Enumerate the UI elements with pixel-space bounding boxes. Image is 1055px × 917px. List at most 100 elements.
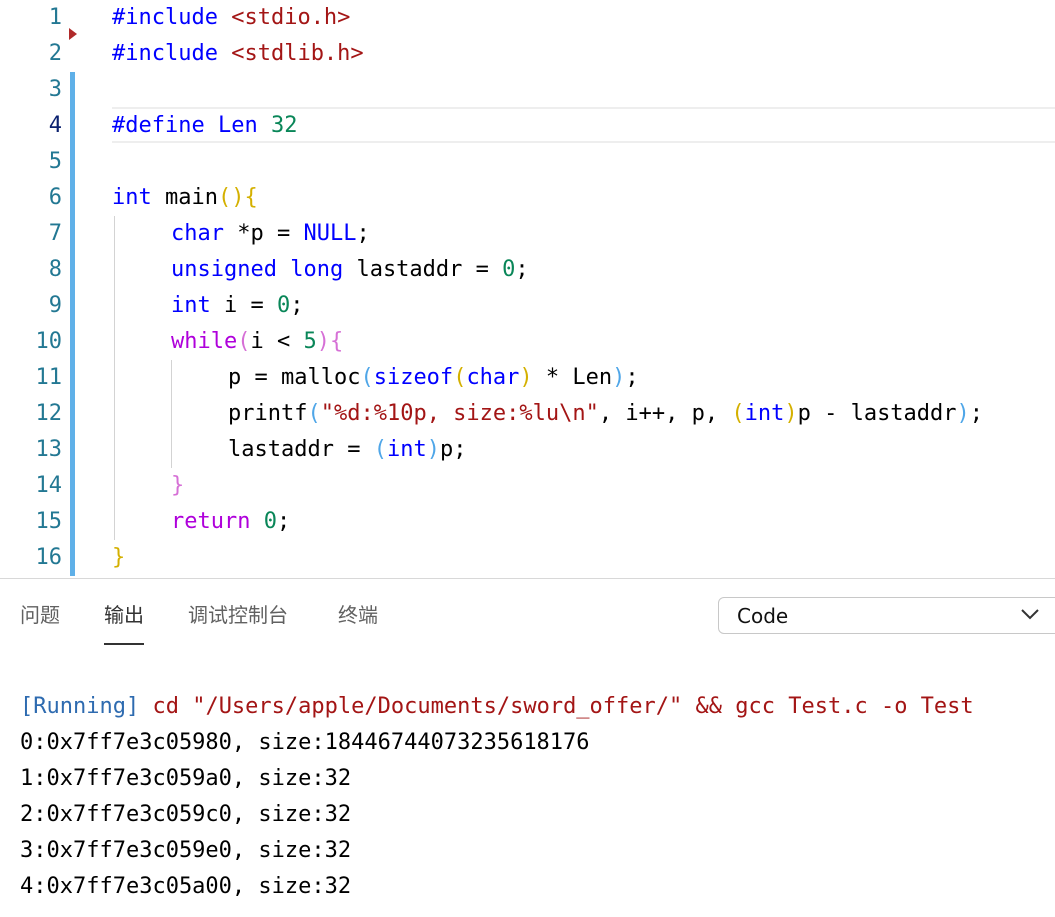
code-line[interactable]: 5 (0, 144, 1055, 180)
code-token: lastaddr = (343, 257, 503, 282)
code-line[interactable]: 6 int main(){ (0, 180, 1055, 216)
line-number: 1 (48, 5, 62, 30)
code-text: p = malloc(sizeof(char) * Len); (228, 360, 639, 396)
line-number: 11 (35, 365, 63, 390)
code-token: #include (112, 41, 232, 66)
code-line[interactable]: 12 printf("%d:%10p, size:%lu\n", i++, p, … (0, 396, 1055, 432)
code-token: } (171, 473, 185, 498)
line-number: 6 (48, 185, 62, 210)
code-token: ) (316, 329, 330, 354)
panel-tab[interactable]: 调试控制台 (188, 601, 288, 629)
code-token: * Len (532, 365, 613, 390)
code-text: while(i < 5){ (171, 324, 343, 360)
panel-tab[interactable]: 终端 (338, 601, 378, 629)
code-token: i < (250, 329, 304, 354)
output-line: 4:0x7ff7e3c05a00, size:32 (20, 874, 352, 899)
panel-tab[interactable]: 输出 (104, 601, 144, 629)
chevron-down-icon (1021, 609, 1039, 620)
code-token: ) (956, 401, 970, 426)
code-token: 5 (303, 329, 317, 354)
line-number: 12 (35, 401, 63, 426)
code-token: ; (276, 509, 291, 534)
code-token: while (171, 329, 238, 354)
code-token: ; (356, 221, 370, 246)
code-line[interactable]: 13 lastaddr = (int)p; (0, 432, 1055, 468)
code-token: ) (784, 401, 798, 426)
code-token: ( (373, 437, 387, 462)
code-token: int (112, 185, 152, 210)
code-token: , i++, p, (598, 401, 732, 426)
code-token: 32 (270, 113, 298, 138)
active-tab-underline (104, 643, 144, 645)
output-running-line: [Running] cd "/Users/apple/Documents/swo… (20, 689, 974, 725)
code-line[interactable]: 16} (0, 540, 1055, 576)
code-line[interactable]: 9 int i = 0; (0, 288, 1055, 324)
line-number: 2 (48, 41, 62, 66)
code-text: #include <stdio.h> (112, 0, 350, 36)
code-line[interactable]: 15 return 0; (0, 504, 1055, 540)
code-token: p; (439, 437, 467, 462)
code-token: ) (426, 437, 440, 462)
code-token: int (744, 401, 785, 426)
code-line[interactable]: 11 p = malloc(sizeof(char) * Len); (0, 360, 1055, 396)
code-token: sizeof (373, 365, 454, 390)
code-text: unsigned long lastaddr = 0; (171, 252, 529, 288)
code-token: "%d:%10p, size:%lu\n" (320, 401, 599, 426)
panel-tab[interactable]: 问题 (20, 601, 60, 629)
code-token: ; (290, 293, 304, 318)
code-line[interactable]: 3 (0, 72, 1055, 108)
code-line[interactable]: 7 char *p = NULL; (0, 216, 1055, 252)
code-token: p = malloc (228, 365, 361, 390)
code-text: int main(){ (112, 180, 258, 216)
code-line[interactable]: 4 #define Len 32 (0, 108, 1055, 144)
code-token: ( (307, 401, 321, 426)
code-token: return (171, 509, 251, 534)
output-line: 1:0x7ff7e3c059a0, size:32 (20, 766, 352, 791)
code-token: int (171, 293, 211, 318)
code-editor[interactable]: 1 #include <stdio.h> 2 #include <stdlib.h> 3… (0, 0, 1055, 578)
code-token: ) (612, 365, 626, 390)
output-channel-select[interactable]: Code (718, 597, 1055, 634)
line-number: 4 (48, 113, 62, 138)
code-text: char *p = NULL; (171, 216, 370, 252)
output-channel-value: Code (737, 604, 789, 628)
code-token: ( (453, 365, 467, 390)
code-token: #include (112, 5, 232, 30)
code-token: <stdio.h> (231, 5, 351, 30)
code-text: #define Len 32 (112, 108, 297, 144)
code-text: #include <stdlib.h> (112, 36, 364, 72)
code-token: char (171, 221, 224, 246)
code-text: printf("%d:%10p, size:%lu\n", i++, p, (i… (228, 396, 983, 432)
code-token: #define (112, 113, 218, 138)
code-token: ( (731, 401, 745, 426)
line-number: 8 (48, 257, 62, 282)
code-token: int (386, 437, 427, 462)
line-number: 16 (35, 545, 63, 570)
code-token: unsigned (171, 257, 277, 282)
code-line[interactable]: 10 while(i < 5){ (0, 324, 1055, 360)
code-line[interactable]: 2 #include <stdlib.h> (0, 36, 1055, 72)
output-line: 3:0x7ff7e3c059e0, size:32 (20, 838, 352, 863)
code-token: long (290, 257, 344, 282)
line-number: 5 (48, 149, 62, 174)
code-token: ; (515, 257, 529, 282)
output-line: 2:0x7ff7e3c059c0, size:32 (20, 802, 352, 827)
code-token: p - lastaddr (797, 401, 957, 426)
code-line[interactable]: 14} (0, 468, 1055, 504)
running-command: cd "/Users/apple/Documents/sword_offer/"… (139, 694, 974, 719)
code-line[interactable]: 1 #include <stdio.h> (0, 0, 1055, 36)
code-token: ; (969, 401, 984, 426)
code-token: NULL (303, 221, 357, 246)
code-token: lastaddr = (228, 437, 374, 462)
code-line[interactable]: 8 unsigned long lastaddr = 0; (0, 252, 1055, 288)
code-token: } (112, 545, 126, 570)
line-number: 10 (35, 329, 63, 354)
code-text: lastaddr = (int)p; (228, 432, 466, 468)
code-text: return 0; (171, 504, 290, 540)
code-token: <stdlib.h> (231, 41, 364, 66)
line-number: 15 (35, 509, 63, 534)
line-number: 14 (35, 473, 63, 498)
output-line: 0:0x7ff7e3c05980, size:18446744073235618… (20, 730, 590, 755)
code-token: 0 (276, 293, 291, 318)
